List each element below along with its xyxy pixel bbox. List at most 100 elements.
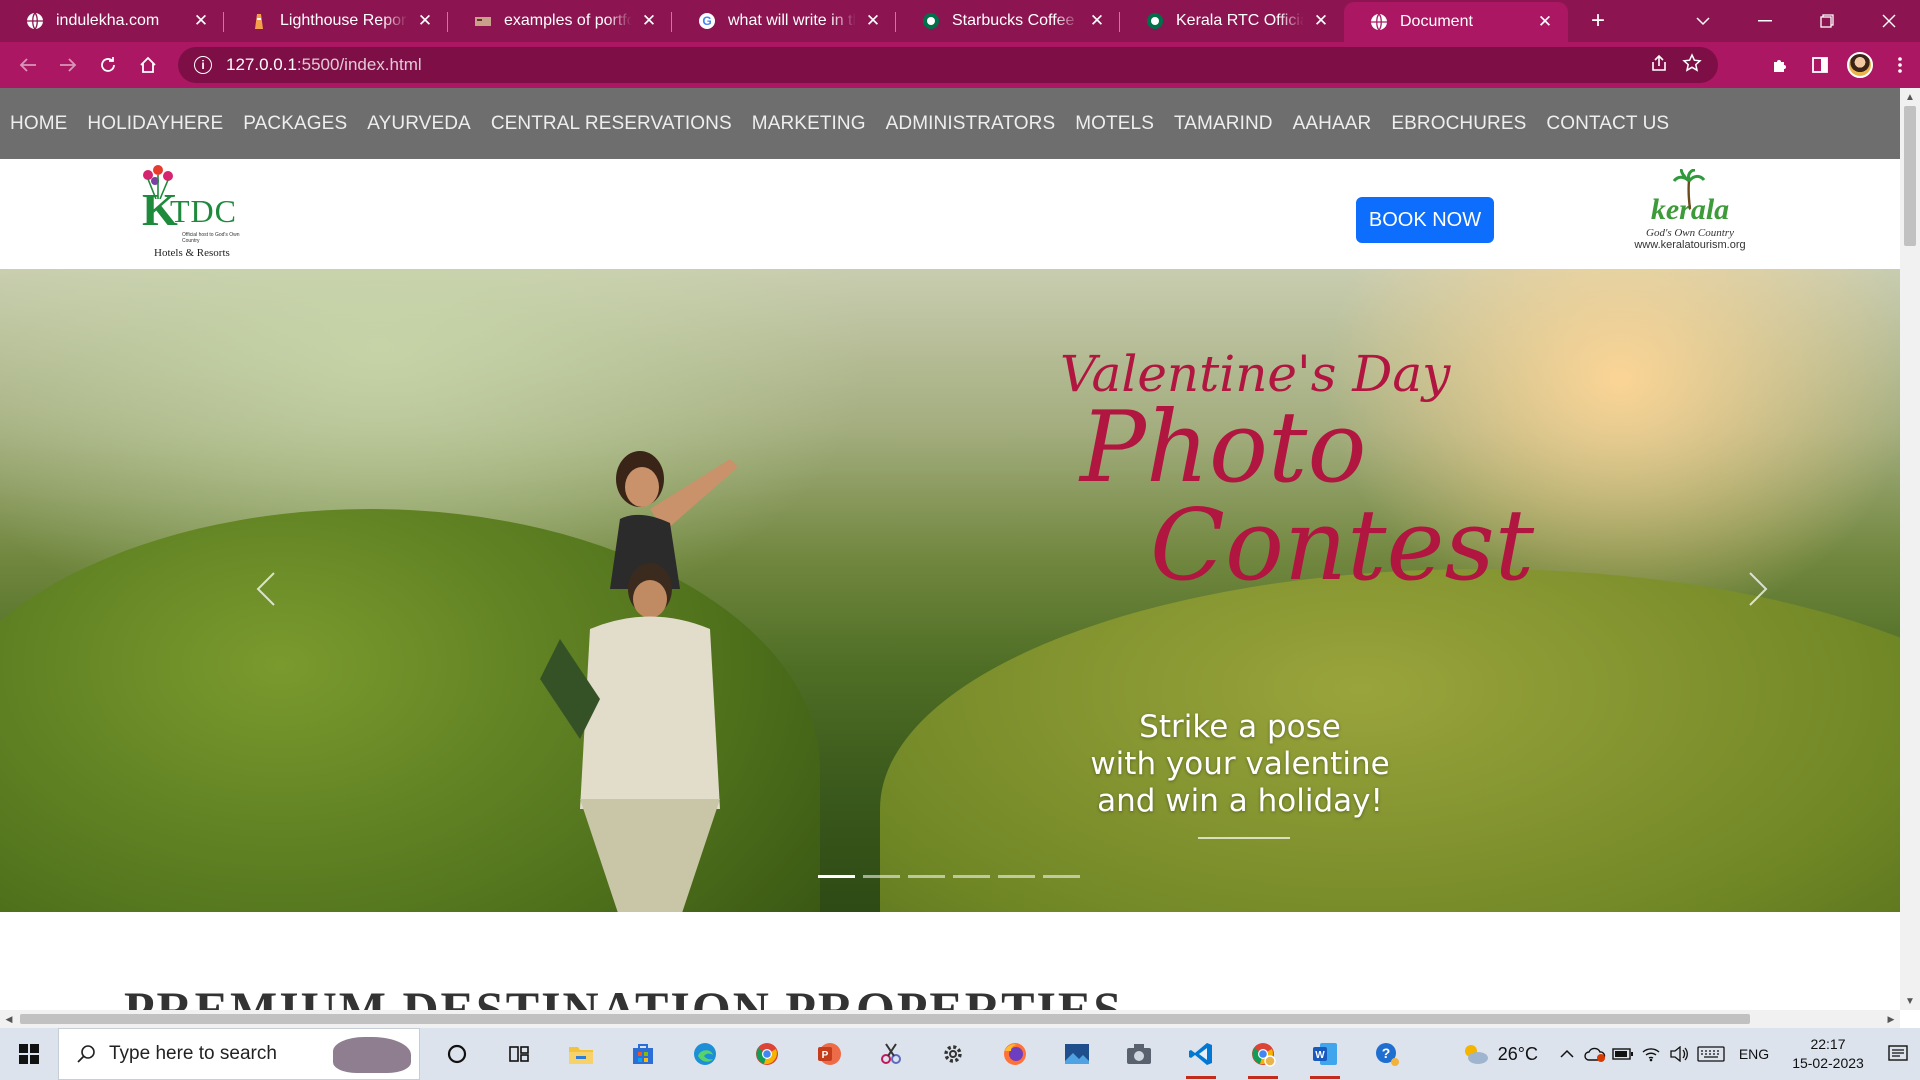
firefox-icon[interactable] xyxy=(984,1028,1046,1080)
image-favicon-icon xyxy=(474,12,492,30)
store-icon[interactable] xyxy=(612,1028,674,1080)
nav-link-tamarind[interactable]: TAMARIND xyxy=(1174,113,1273,135)
task-view-icon[interactable] xyxy=(488,1028,550,1080)
onedrive-icon[interactable] xyxy=(1582,1028,1608,1080)
edge-icon[interactable] xyxy=(674,1028,736,1080)
restore-icon[interactable] xyxy=(1796,0,1858,42)
vertical-scrollbar[interactable]: ▲ ▼ xyxy=(1900,88,1920,1010)
extensions-puzzle-icon[interactable] xyxy=(1760,42,1800,88)
snip-icon[interactable] xyxy=(860,1028,922,1080)
ktdc-logo[interactable]: K TDC Official host to God's Own Country… xyxy=(132,165,262,261)
hero-title: Valentine's Day Photo Contest xyxy=(1060,349,1534,595)
address-bar[interactable]: i 127.0.0.1:5500/index.html xyxy=(178,47,1718,83)
nav-link-aahaar[interactable]: AAHAAR xyxy=(1293,113,1372,135)
hero-carousel[interactable]: Valentine's Day Photo Contest Strike a p… xyxy=(0,269,1900,912)
site-info-icon[interactable]: i xyxy=(194,56,212,74)
scroll-up-icon[interactable]: ▲ xyxy=(1900,88,1920,106)
photos-icon[interactable] xyxy=(1046,1028,1108,1080)
browser-tab[interactable]: Lighthouse Report Viewer ✕ xyxy=(224,0,448,42)
horizontal-scroll-thumb[interactable] xyxy=(20,1014,1750,1024)
weather-widget[interactable]: 26°C xyxy=(1460,1042,1538,1066)
close-window-icon[interactable] xyxy=(1858,0,1920,42)
browser-tab[interactable]: G what will write in the p ✕ xyxy=(672,0,896,42)
minimize-icon[interactable] xyxy=(1734,0,1796,42)
nav-link-ayurveda[interactable]: AYURVEDA xyxy=(367,113,471,135)
chrome-profile-icon[interactable] xyxy=(1232,1028,1294,1080)
browser-menu-icon[interactable] xyxy=(1880,42,1920,88)
close-tab-icon[interactable]: ✕ xyxy=(190,10,212,32)
nav-link-central-reservations[interactable]: CENTRAL RESERVATIONS xyxy=(491,113,732,135)
close-tab-icon[interactable]: ✕ xyxy=(1310,10,1332,32)
forward-button[interactable] xyxy=(48,47,88,83)
cortana-icon[interactable] xyxy=(426,1028,488,1080)
scroll-down-icon[interactable]: ▼ xyxy=(1900,992,1920,1010)
close-tab-icon[interactable]: ✕ xyxy=(1086,10,1108,32)
wifi-icon[interactable] xyxy=(1638,1028,1664,1080)
carousel-next-button[interactable] xyxy=(1740,565,1776,613)
home-icon xyxy=(140,56,156,73)
close-tab-icon[interactable]: ✕ xyxy=(862,10,884,32)
kerala-tourism-logo[interactable]: kerala God's Own Country www.keralatouri… xyxy=(1620,169,1760,265)
nav-link-holidayhere[interactable]: HOLIDAYHERE xyxy=(87,113,223,135)
help-icon[interactable]: ? xyxy=(1356,1028,1418,1080)
chevron-left-icon xyxy=(256,572,275,606)
camera-icon[interactable] xyxy=(1108,1028,1170,1080)
chevron-up-icon[interactable] xyxy=(1554,1028,1580,1080)
scroll-right-icon[interactable]: ▶ xyxy=(1882,1010,1900,1028)
nav-link-contact-us[interactable]: CONTACT US xyxy=(1546,113,1669,135)
nav-link-motels[interactable]: MOTELS xyxy=(1075,113,1154,135)
search-highlight-hippo-icon xyxy=(333,1037,411,1073)
tab-search-icon[interactable] xyxy=(1672,0,1734,42)
profile-avatar[interactable] xyxy=(1840,42,1880,88)
input-language[interactable]: ENG xyxy=(1730,1028,1778,1080)
share-icon[interactable] xyxy=(1650,54,1668,77)
reload-button[interactable] xyxy=(88,47,128,83)
nav-link-home[interactable]: HOME xyxy=(10,113,67,135)
carousel-prev-button[interactable] xyxy=(248,565,284,613)
tab-title: Lighthouse Report Viewer xyxy=(280,12,408,29)
file-explorer-icon[interactable] xyxy=(550,1028,612,1080)
browser-tab[interactable]: Kerala RTC Official Website ✕ xyxy=(1120,0,1344,42)
vscode-icon[interactable] xyxy=(1170,1028,1232,1080)
chevron-right-icon xyxy=(1749,572,1768,606)
notifications-icon[interactable] xyxy=(1876,1028,1920,1080)
carousel-indicator[interactable] xyxy=(863,875,900,878)
keyboard-icon[interactable] xyxy=(1694,1028,1728,1080)
nav-link-administrators[interactable]: ADMINISTRATORS xyxy=(886,113,1056,135)
powerpoint-icon[interactable]: P xyxy=(798,1028,860,1080)
browser-tab-active[interactable]: Document ✕ xyxy=(1344,2,1568,42)
home-button[interactable] xyxy=(128,47,168,83)
close-tab-icon[interactable]: ✕ xyxy=(414,10,436,32)
side-panel-icon[interactable] xyxy=(1800,42,1840,88)
carousel-indicator[interactable] xyxy=(953,875,990,878)
word-icon[interactable]: W xyxy=(1294,1028,1356,1080)
browser-tab[interactable]: indulekha.com ✕ xyxy=(0,0,224,42)
scroll-left-icon[interactable]: ◀ xyxy=(0,1010,18,1028)
tab-title: Kerala RTC Official Website xyxy=(1176,12,1304,29)
battery-icon[interactable] xyxy=(1610,1028,1636,1080)
back-button[interactable] xyxy=(8,47,48,83)
book-now-button[interactable]: BOOK NOW xyxy=(1356,197,1494,243)
close-tab-icon[interactable]: ✕ xyxy=(638,10,660,32)
chrome-icon[interactable] xyxy=(736,1028,798,1080)
carousel-indicator[interactable] xyxy=(998,875,1035,878)
nav-link-packages[interactable]: PACKAGES xyxy=(243,113,347,135)
bookmark-star-icon[interactable] xyxy=(1682,52,1702,78)
browser-tab[interactable]: Starbucks Coffee Company ✕ xyxy=(896,0,1120,42)
system-clock[interactable]: 22:17 15-02-2023 xyxy=(1780,1035,1876,1073)
new-tab-button[interactable]: + xyxy=(1576,0,1620,42)
carousel-indicator[interactable] xyxy=(818,875,855,878)
horizontal-scrollbar[interactable]: ◀ ▶ xyxy=(0,1010,1900,1028)
nav-link-ebrochures[interactable]: EBROCHURES xyxy=(1391,113,1526,135)
start-button[interactable] xyxy=(0,1028,58,1080)
carousel-indicator[interactable] xyxy=(1043,875,1080,878)
svg-text:G: G xyxy=(702,14,711,28)
vertical-scroll-thumb[interactable] xyxy=(1904,106,1916,246)
close-tab-icon[interactable]: ✕ xyxy=(1534,11,1556,33)
nav-link-marketing[interactable]: MARKETING xyxy=(752,113,866,135)
settings-icon[interactable] xyxy=(922,1028,984,1080)
browser-tab[interactable]: examples of portfolio ✕ xyxy=(448,0,672,42)
volume-icon[interactable] xyxy=(1666,1028,1692,1080)
taskbar-search[interactable]: Type here to search xyxy=(58,1028,420,1080)
carousel-indicator[interactable] xyxy=(908,875,945,878)
